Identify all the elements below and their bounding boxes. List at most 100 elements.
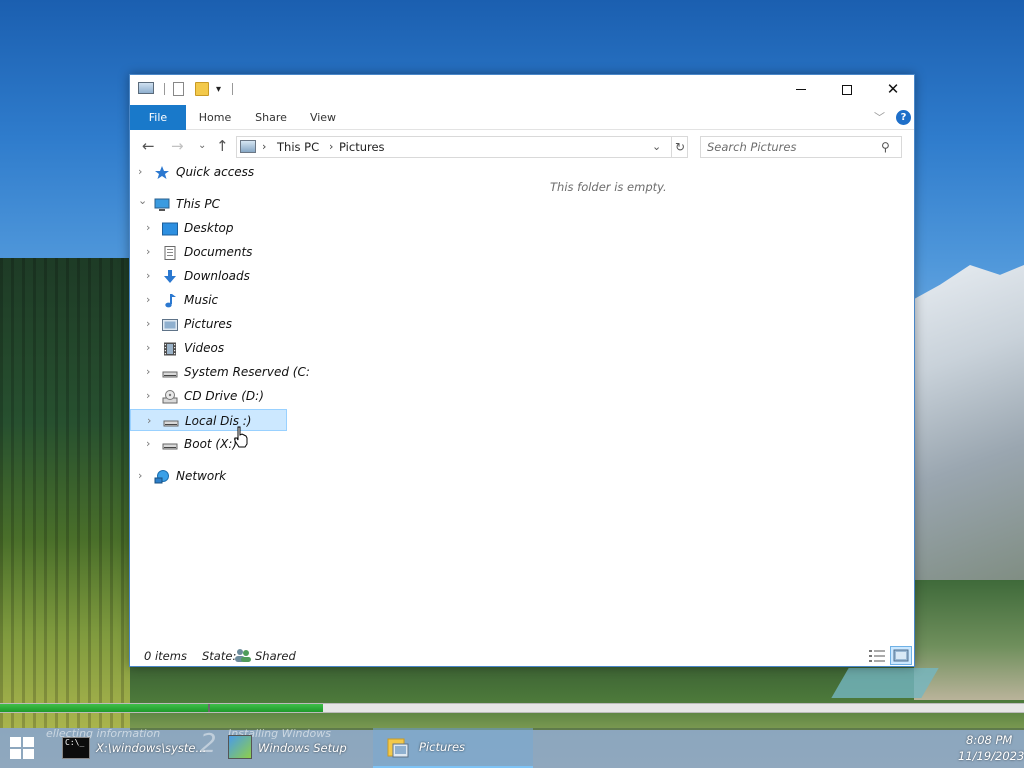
tree-item-system-reserved-c[interactable]: › System Reserved (C: <box>130 361 310 383</box>
tree-item-label: Music <box>184 293 219 307</box>
windows-logo-icon <box>10 737 21 747</box>
collapse-chevron-icon[interactable]: ⌄ <box>138 190 147 212</box>
tree-item-label: Desktop <box>184 221 234 235</box>
wallpaper-river <box>831 668 939 698</box>
expand-ribbon-chevron-icon[interactable]: ﹀ <box>874 109 885 125</box>
expand-chevron-icon[interactable]: › <box>146 433 150 455</box>
expand-chevron-icon[interactable]: › <box>147 410 151 432</box>
tree-item-quick-access[interactable]: › Quick access <box>130 161 285 183</box>
quick-access-separator <box>232 83 233 95</box>
maximize-icon <box>842 84 852 95</box>
tree-item-music[interactable]: › Music <box>130 289 285 311</box>
tree-item-cd-drive-d[interactable]: › CD Drive (D:) <box>130 385 285 407</box>
windows-logo-icon <box>23 737 34 747</box>
status-bar: 0 items State: Shared <box>130 645 914 667</box>
drive-icon <box>162 365 178 379</box>
clock-time[interactable]: 8:08 PM <box>966 733 1012 747</box>
taskbar-item-command-prompt[interactable]: X:\windows\syste... <box>96 741 206 755</box>
forward-button[interactable]: → <box>171 137 184 155</box>
tree-item-label: System Reserved (C: <box>184 365 310 379</box>
tree-item-boot-x[interactable]: › Boot (X:) <box>130 433 285 455</box>
tree-item-label: This PC <box>176 197 220 211</box>
recent-locations-chevron-icon[interactable]: ⌄ <box>198 140 206 151</box>
address-dropdown-chevron-icon[interactable]: ⌄ <box>652 140 661 153</box>
tab-view[interactable]: View <box>300 105 346 130</box>
expand-chevron-icon[interactable]: › <box>146 241 150 263</box>
refresh-button[interactable]: ↻ <box>671 137 688 157</box>
tree-item-label: Quick access <box>176 165 255 179</box>
breadcrumb-this-pc[interactable]: This PC <box>277 140 319 154</box>
drive-icon <box>163 414 179 428</box>
expand-chevron-icon[interactable]: › <box>146 361 150 383</box>
close-icon: ✕ <box>886 80 900 98</box>
setup-progress-fill <box>0 704 323 712</box>
windows-setup-icon[interactable] <box>228 735 252 759</box>
pictures-icon <box>162 317 178 331</box>
command-prompt-icon[interactable]: C:\_ <box>62 737 90 759</box>
documents-icon <box>162 245 178 260</box>
network-icon <box>154 469 170 484</box>
expand-chevron-icon[interactable]: › <box>146 265 150 287</box>
desktop-icon <box>162 221 178 236</box>
window-icon[interactable] <box>138 82 154 94</box>
tab-file[interactable]: File <box>130 105 186 130</box>
large-icons-view-button[interactable] <box>890 646 912 665</box>
tree-item-network[interactable]: › Network <box>130 465 285 487</box>
tree-item-documents[interactable]: › Documents <box>130 241 285 263</box>
address-bar[interactable]: › This PC › Pictures ⌄ ↻ <box>236 136 688 158</box>
tree-item-label: CD Drive (D:) <box>184 389 264 403</box>
tree-item-label: Videos <box>184 341 225 355</box>
expand-chevron-icon[interactable]: › <box>146 313 150 335</box>
progress-step-marker <box>208 704 210 712</box>
tab-home[interactable]: Home <box>190 105 240 130</box>
expand-chevron-icon[interactable]: › <box>138 465 142 487</box>
close-button[interactable]: ✕ <box>870 75 916 104</box>
tree-item-downloads[interactable]: › Downloads <box>130 265 285 287</box>
tree-item-this-pc[interactable]: ⌄ This PC <box>130 193 285 215</box>
tree-item-desktop[interactable]: › Desktop <box>130 217 285 239</box>
breadcrumb-chevron-icon[interactable]: › <box>329 140 333 153</box>
state-label: State: <box>202 649 237 663</box>
film-icon <box>162 341 178 356</box>
new-folder-icon[interactable] <box>195 82 209 96</box>
breadcrumb-chevron-icon[interactable]: › <box>262 140 266 153</box>
start-button[interactable] <box>10 737 36 761</box>
customize-quick-access-dropdown[interactable]: ▾ <box>216 84 221 95</box>
expand-chevron-icon[interactable]: › <box>146 337 150 359</box>
expand-chevron-icon[interactable]: › <box>146 385 150 407</box>
up-button[interactable]: ↑ <box>216 137 229 155</box>
search-icon[interactable]: ⚲ <box>881 140 890 154</box>
title-bar[interactable]: ▾ ✕ <box>130 75 914 105</box>
minimize-button[interactable] <box>778 75 824 104</box>
clock-date[interactable]: 11/19/2023 <box>958 749 1024 763</box>
music-note-icon <box>162 293 178 308</box>
expand-chevron-icon[interactable]: › <box>138 161 142 183</box>
breadcrumb-pictures[interactable]: Pictures <box>339 140 385 154</box>
expand-chevron-icon[interactable]: › <box>146 217 150 239</box>
tree-item-pictures[interactable]: › Pictures <box>130 313 285 335</box>
tree-item-label: Network <box>176 469 227 483</box>
taskbar-item-windows-setup[interactable]: Windows Setup <box>258 741 347 755</box>
help-icon[interactable]: ? <box>896 110 911 125</box>
navigation-pane: › Quick access ⌄ This PC › Desktop › Documents ›… <box>130 165 310 645</box>
download-arrow-icon <box>162 269 178 283</box>
cd-drive-icon <box>162 389 178 404</box>
taskbar-item-pictures[interactable]: Pictures <box>373 728 533 768</box>
search-box[interactable]: ⚲ <box>700 136 902 158</box>
tree-item-local-dis[interactable]: › Local Dis :) <box>130 409 287 431</box>
properties-icon[interactable] <box>173 82 184 96</box>
minimize-icon <box>796 89 806 90</box>
details-view-icon[interactable] <box>868 648 886 664</box>
tree-item-videos[interactable]: › Videos <box>130 337 285 359</box>
ribbon-tabs: File Home Share View ﹀ ? <box>130 105 914 130</box>
back-button[interactable]: ← <box>142 137 155 155</box>
maximize-button[interactable] <box>824 75 870 104</box>
expand-chevron-icon[interactable]: › <box>146 289 150 311</box>
tab-share[interactable]: Share <box>246 105 296 130</box>
folder-pictures-icon <box>387 738 409 758</box>
pictures-location-icon <box>240 140 256 153</box>
search-input[interactable] <box>707 139 877 155</box>
wallpaper-forest-left <box>0 258 135 728</box>
empty-folder-message: This folder is empty. <box>550 180 667 194</box>
star-icon <box>154 165 170 179</box>
